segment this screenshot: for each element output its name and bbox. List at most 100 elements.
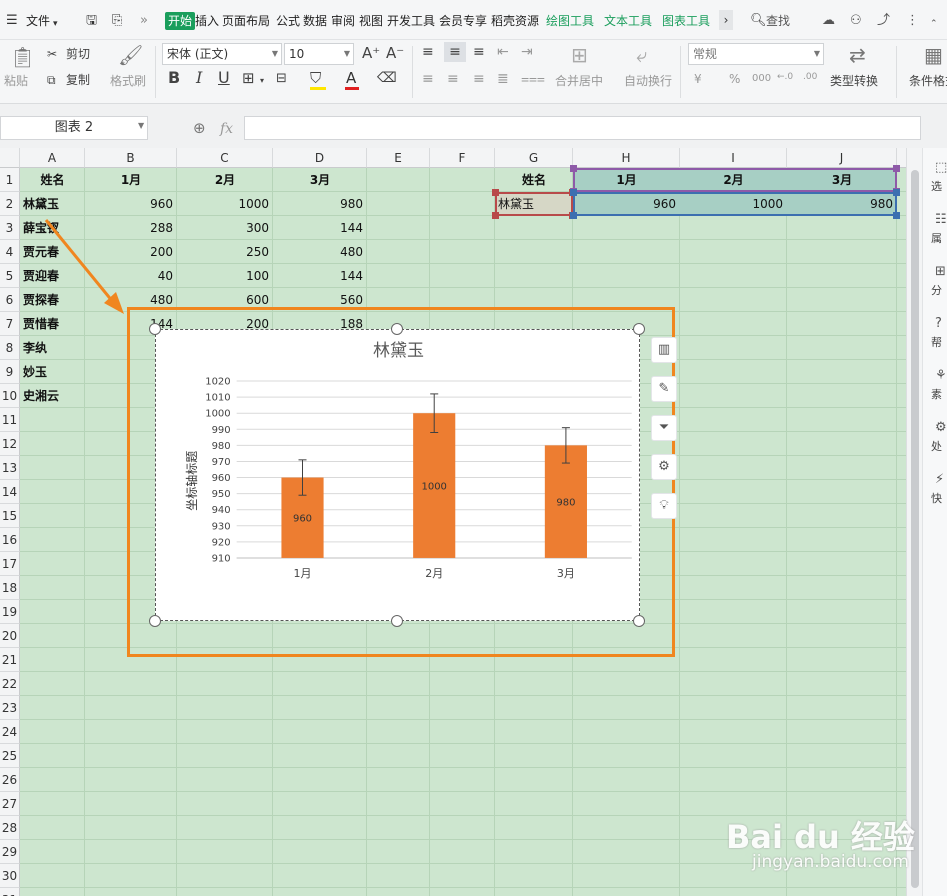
chart-container[interactable]: 林黛玉 坐标轴标题 910 920 930 940 950 960 970 980 990 1000 1…: [155, 329, 640, 621]
paste-icon[interactable]: 📋︎: [10, 46, 35, 68]
justify-icon[interactable]: ≣: [497, 71, 509, 87]
search-label[interactable]: 查找: [766, 13, 790, 29]
italic-icon[interactable]: I: [196, 70, 202, 86]
search-icon[interactable]: 🔍︎: [750, 13, 767, 29]
merge-center-icon[interactable]: ⊞: [571, 44, 588, 66]
name-cell[interactable]: 薛宝钗: [20, 216, 85, 240]
row-header-16[interactable]: 16: [0, 528, 20, 552]
collapse-icon[interactable]: ⌃: [930, 16, 938, 32]
chart-filter-icon[interactable]: ⏷: [651, 415, 677, 441]
value-cell[interactable]: 980: [273, 192, 367, 216]
range-handle[interactable]: [570, 165, 577, 172]
chevron-down-icon[interactable]: ▾: [53, 16, 58, 32]
table-header-cell[interactable]: 1月: [85, 168, 177, 192]
increase-decimal-icon[interactable]: ←.0: [777, 69, 793, 85]
table-header-cell[interactable]: 3月: [273, 168, 367, 192]
name-cell[interactable]: 妙玉: [20, 360, 85, 384]
tab-review[interactable]: 审阅: [331, 13, 355, 29]
tab-member[interactable]: 会员专享: [439, 13, 487, 29]
row-header-29[interactable]: 29: [0, 840, 20, 864]
export-icon[interactable]: ⎘: [112, 13, 122, 29]
split-icon[interactable]: ⊞: [935, 264, 946, 279]
save-icon[interactable]: 🖫: [86, 13, 97, 29]
font-color-icon[interactable]: A: [346, 70, 356, 86]
row-header-11[interactable]: 11: [0, 408, 20, 432]
wrap-text-button[interactable]: 自动换行: [624, 73, 672, 89]
row-header-10[interactable]: 10: [0, 384, 20, 408]
table-header-cell[interactable]: 姓名: [20, 168, 85, 192]
column-header-a[interactable]: A: [20, 148, 85, 168]
tab-resources[interactable]: 稻壳资源: [491, 13, 539, 29]
range-handle[interactable]: [893, 189, 900, 196]
more-icon[interactable]: »: [140, 13, 148, 29]
resize-handle-top[interactable]: [391, 323, 403, 335]
side-panel-label[interactable]: 素: [931, 386, 942, 402]
side-panel-label[interactable]: 属: [931, 230, 942, 246]
row-header-6[interactable]: 6: [0, 288, 20, 312]
row-header-9[interactable]: 9: [0, 360, 20, 384]
row-header-15[interactable]: 15: [0, 504, 20, 528]
value-cell[interactable]: 960: [85, 192, 177, 216]
value-cell[interactable]: 480: [273, 240, 367, 264]
percent-icon[interactable]: %: [729, 71, 740, 87]
align-center-icon[interactable]: ≡: [447, 71, 459, 87]
name-cell[interactable]: 李纨: [20, 336, 85, 360]
format-painter-button[interactable]: 格式刷: [110, 73, 146, 89]
value-cell[interactable]: 100: [177, 264, 273, 288]
table-header-cell[interactable]: 2月: [177, 168, 273, 192]
chevron-down-icon[interactable]: ▼: [138, 121, 144, 130]
column-header-e[interactable]: E: [367, 148, 430, 168]
row-header-3[interactable]: 3: [0, 216, 20, 240]
row-header-24[interactable]: 24: [0, 720, 20, 744]
range-handle[interactable]: [893, 165, 900, 172]
value-cell[interactable]: 250: [177, 240, 273, 264]
value-cell[interactable]: 288: [85, 216, 177, 240]
select-all-corner[interactable]: [0, 148, 20, 168]
resize-handle-bottom[interactable]: [391, 615, 403, 627]
range-handle[interactable]: [570, 212, 577, 219]
border-icon[interactable]: ⊞: [242, 70, 255, 86]
range-handle[interactable]: [893, 212, 900, 219]
resize-handle-top-left[interactable]: [149, 323, 161, 335]
more-options-icon[interactable]: ⋮: [906, 13, 919, 29]
increase-font-icon[interactable]: A⁺: [362, 45, 380, 61]
cut-icon[interactable]: ✂: [47, 46, 57, 62]
menu-file[interactable]: 文件: [26, 13, 50, 29]
value-cell[interactable]: 144: [273, 216, 367, 240]
side-panel-label[interactable]: 处: [931, 438, 942, 454]
row-header-2[interactable]: 2: [0, 192, 20, 216]
value-cell[interactable]: 144: [273, 264, 367, 288]
range-handle[interactable]: [570, 189, 577, 196]
row-header-25[interactable]: 25: [0, 744, 20, 768]
name-box[interactable]: 图表 2: [0, 116, 148, 140]
column-header-b[interactable]: B: [85, 148, 177, 168]
value-cell[interactable]: 1000: [177, 192, 273, 216]
vertical-scrollbar[interactable]: [906, 148, 922, 896]
value-cell[interactable]: 40: [85, 264, 177, 288]
side-panel-label[interactable]: 快: [931, 490, 942, 506]
formula-input[interactable]: [244, 116, 921, 140]
tab-chart-tools[interactable]: 图表工具: [662, 13, 710, 29]
type-convert-icon[interactable]: ⇄: [849, 44, 866, 66]
row-header-18[interactable]: 18: [0, 576, 20, 600]
thousands-icon[interactable]: 000: [752, 71, 771, 87]
copy-button[interactable]: 复制: [66, 72, 90, 88]
align-left-icon[interactable]: ≡: [422, 71, 434, 87]
row-header-4[interactable]: 4: [0, 240, 20, 264]
bold-icon[interactable]: B: [168, 70, 180, 86]
paste-button[interactable]: 粘贴: [4, 73, 28, 89]
tab-view[interactable]: 视图: [359, 13, 383, 29]
resize-handle-top-right[interactable]: [633, 323, 645, 335]
chart-source-header[interactable]: 姓名: [495, 168, 573, 192]
scrollbar-thumb[interactable]: [911, 170, 919, 888]
select-icon[interactable]: ⬚: [935, 160, 947, 175]
name-cell[interactable]: 贾迎春: [20, 264, 85, 288]
format-painter-icon[interactable]: 🖌︎: [118, 44, 143, 66]
fx-icon[interactable]: fx: [220, 121, 233, 137]
column-header-f[interactable]: F: [430, 148, 495, 168]
name-cell[interactable]: 史湘云: [20, 384, 85, 408]
row-header-20[interactable]: 20: [0, 624, 20, 648]
conditional-format-icon[interactable]: ▦: [924, 44, 943, 66]
column-header-g[interactable]: G: [495, 148, 573, 168]
decrease-decimal-icon[interactable]: .00: [803, 69, 817, 85]
